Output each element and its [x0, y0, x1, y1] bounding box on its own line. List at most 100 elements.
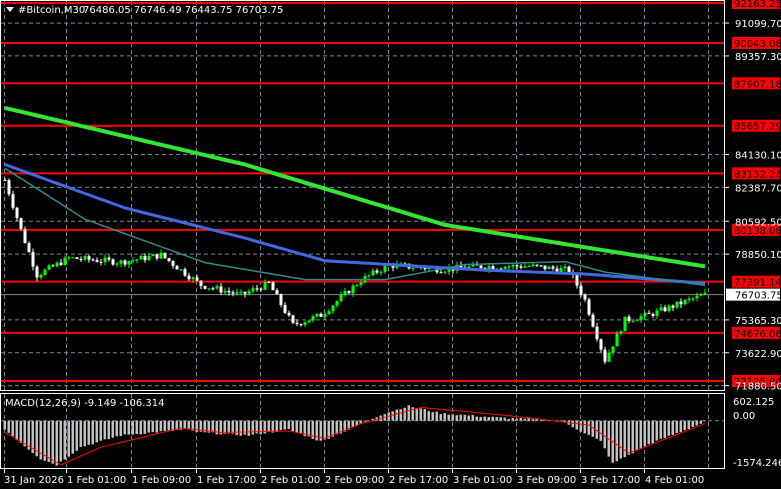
candle-body	[491, 266, 495, 270]
time-axis[interactable]: 31 Jan 2026 1 Feb 01:00 1 Feb 09:00 1 Feb 1…	[4, 469, 704, 486]
candle-body	[503, 266, 507, 269]
price-tick-label: 71880.50	[735, 382, 781, 393]
macd-histogram-bar	[259, 420, 262, 435]
macd-histogram-bar	[167, 420, 170, 431]
candle-body	[7, 180, 11, 195]
candle-body	[123, 260, 127, 265]
macd-histogram-bar	[67, 420, 70, 457]
macd-histogram-bar	[299, 420, 302, 434]
candle-body	[235, 292, 239, 294]
candle-body	[507, 266, 511, 268]
price-tick-label: 84130.10	[735, 151, 781, 162]
macd-histogram-bar	[419, 408, 422, 421]
macd-histogram-bar	[19, 420, 22, 443]
macd-histogram-bar	[83, 420, 86, 447]
macd-histogram-bar	[495, 417, 498, 421]
macd-histogram-bar	[231, 420, 234, 434]
macd-histogram-bar	[663, 420, 666, 439]
candle-body	[371, 270, 375, 276]
candle-body	[567, 266, 571, 272]
macd-histogram-bar	[243, 420, 246, 435]
candle-body	[663, 307, 667, 312]
macd-histogram-bar	[135, 420, 138, 434]
candle-body	[175, 265, 179, 270]
macd-histogram-bar	[279, 420, 282, 431]
candle-body	[551, 266, 555, 269]
candle-body	[75, 257, 79, 259]
time-label: 2 Feb 17:00	[389, 475, 448, 486]
candle-body	[603, 349, 607, 362]
candle-body	[639, 316, 643, 321]
candle-body	[667, 305, 671, 312]
macd-histogram-bar	[267, 420, 270, 432]
macd-histogram-bar	[211, 420, 214, 433]
macd-histogram-bar	[91, 420, 94, 445]
macd-histogram-bar	[459, 414, 462, 421]
macd-label: MACD(12,26,9) -9.149 -106.314	[5, 398, 165, 409]
level-lines[interactable]: 92163.25 90043.08 87907.18 85657.29 83132.23…	[1, 0, 781, 388]
candle-body	[631, 320, 635, 322]
time-label: 2 Feb 01:00	[261, 475, 320, 486]
collapse-triangle-icon[interactable]	[6, 7, 14, 12]
macd-histogram-bar	[631, 420, 634, 454]
macd-histogram-bar	[443, 413, 446, 421]
macd-histogram-bar	[455, 415, 458, 421]
macd-histogram-bar	[695, 420, 698, 426]
macd-histogram-bar	[251, 420, 254, 435]
candle-body	[679, 301, 683, 305]
candle-body	[367, 275, 371, 277]
macd-histogram-bar	[671, 420, 674, 435]
candle-body	[259, 288, 263, 290]
macd-histogram-bar	[439, 414, 442, 421]
macd-histogram-bar	[155, 420, 158, 433]
candle-body	[19, 218, 23, 229]
candle-body	[219, 286, 223, 293]
candle-body	[583, 294, 587, 300]
candle-body	[67, 257, 71, 259]
candle-body	[31, 252, 35, 267]
macd-histogram-bar	[447, 414, 450, 421]
macd-histogram-bar	[391, 411, 394, 421]
trading-chart[interactable]: 92163.25 90043.08 87907.18 85657.29 83132.23…	[0, 0, 781, 489]
level-price-label: 92163.25	[734, 0, 781, 10]
macd-histogram-bar	[627, 420, 630, 455]
candle-body	[87, 256, 91, 260]
ohlc-values: 76486.05 76746.49 76443.75 76703.75	[83, 5, 283, 16]
time-label: 1 Feb 09:00	[132, 475, 191, 486]
macd-histogram-bar	[647, 420, 650, 445]
candle-body	[659, 307, 663, 311]
candle-body	[131, 260, 135, 262]
candle-body	[303, 322, 307, 325]
macd-histogram-bar	[603, 420, 606, 449]
candle-body	[51, 265, 55, 267]
macd-histogram-bar	[619, 420, 622, 459]
level-price-label: 77391.14	[734, 278, 781, 289]
macd-histogram-bar	[483, 416, 486, 421]
candle-body	[315, 313, 319, 317]
candle-body	[211, 288, 215, 290]
macd-histogram-bar	[295, 420, 298, 433]
candle-body	[591, 314, 595, 327]
macd-histogram-bar	[423, 409, 426, 421]
candle-body	[635, 320, 639, 322]
candle-body	[179, 269, 183, 271]
time-label: 3 Feb 17:00	[581, 475, 640, 486]
macd-histogram-bar	[3, 420, 6, 430]
candle-body	[295, 322, 299, 325]
candle-body	[239, 291, 243, 293]
candle-body	[695, 295, 699, 299]
candle-body	[655, 310, 659, 316]
candle-body	[99, 261, 103, 263]
macd-histogram-bar	[519, 417, 522, 421]
macd-histogram-bar	[63, 420, 66, 460]
macd-histogram-bar	[487, 417, 490, 421]
candle-body	[59, 262, 63, 266]
macd-histogram-bar	[323, 420, 326, 440]
price-tick-label: 75365.30	[735, 316, 781, 327]
time-label: 1 Feb 01:00	[67, 475, 126, 486]
candle-body	[587, 299, 591, 315]
candle-body	[375, 270, 379, 273]
candle-body	[191, 277, 195, 280]
candle-body	[595, 326, 599, 340]
candle-body	[619, 331, 623, 334]
